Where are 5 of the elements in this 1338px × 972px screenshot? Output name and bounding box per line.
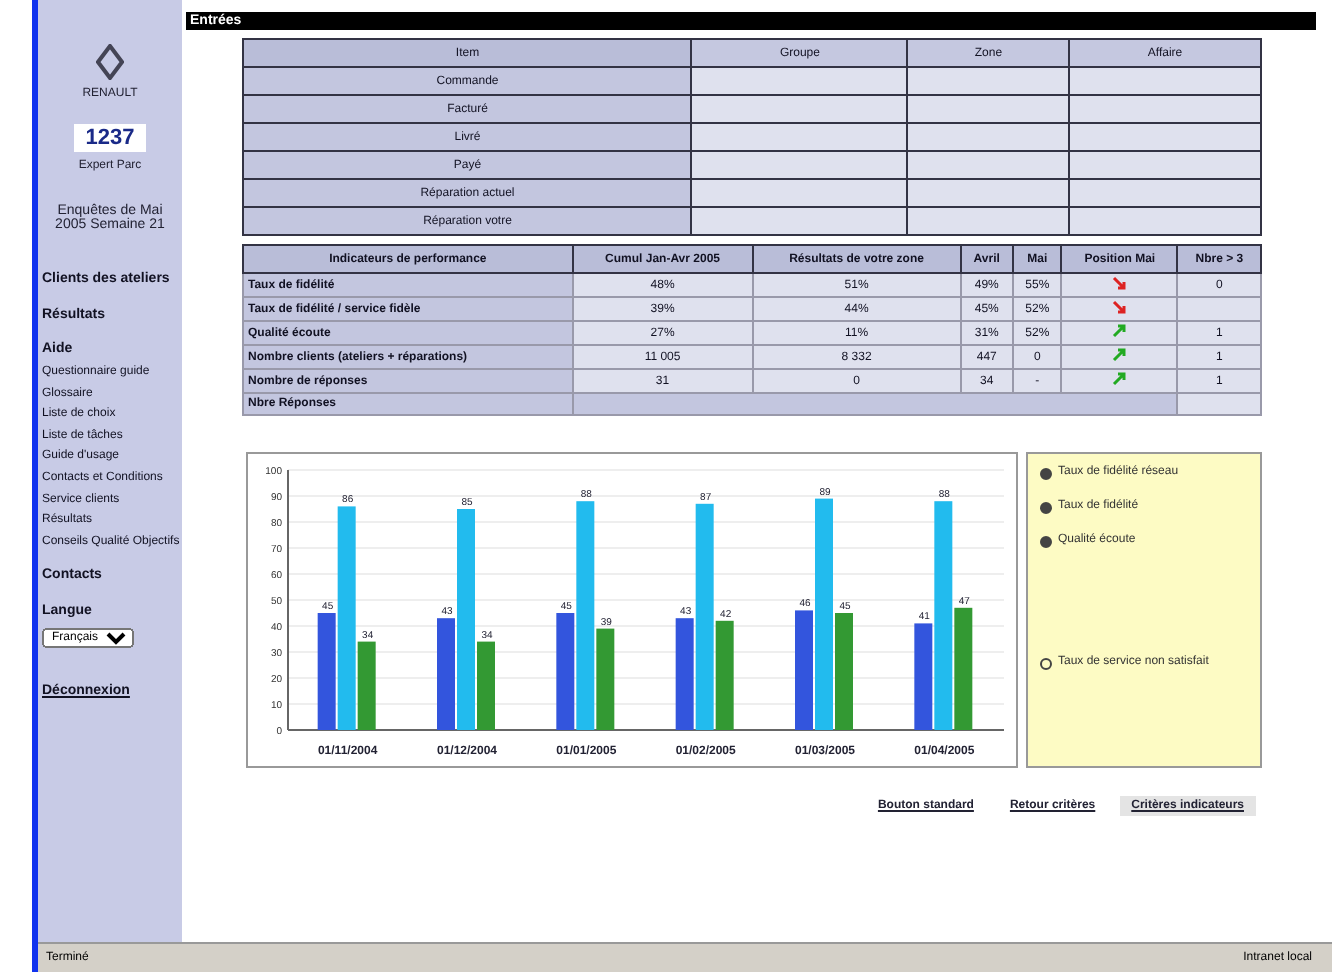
dealer-code: 1237 [73,124,147,152]
diamond-logo-icon [96,44,124,80]
legend-marker-icon [1040,502,1052,514]
legend-marker-icon [1040,536,1052,548]
legend-marker-icon [1040,468,1052,480]
